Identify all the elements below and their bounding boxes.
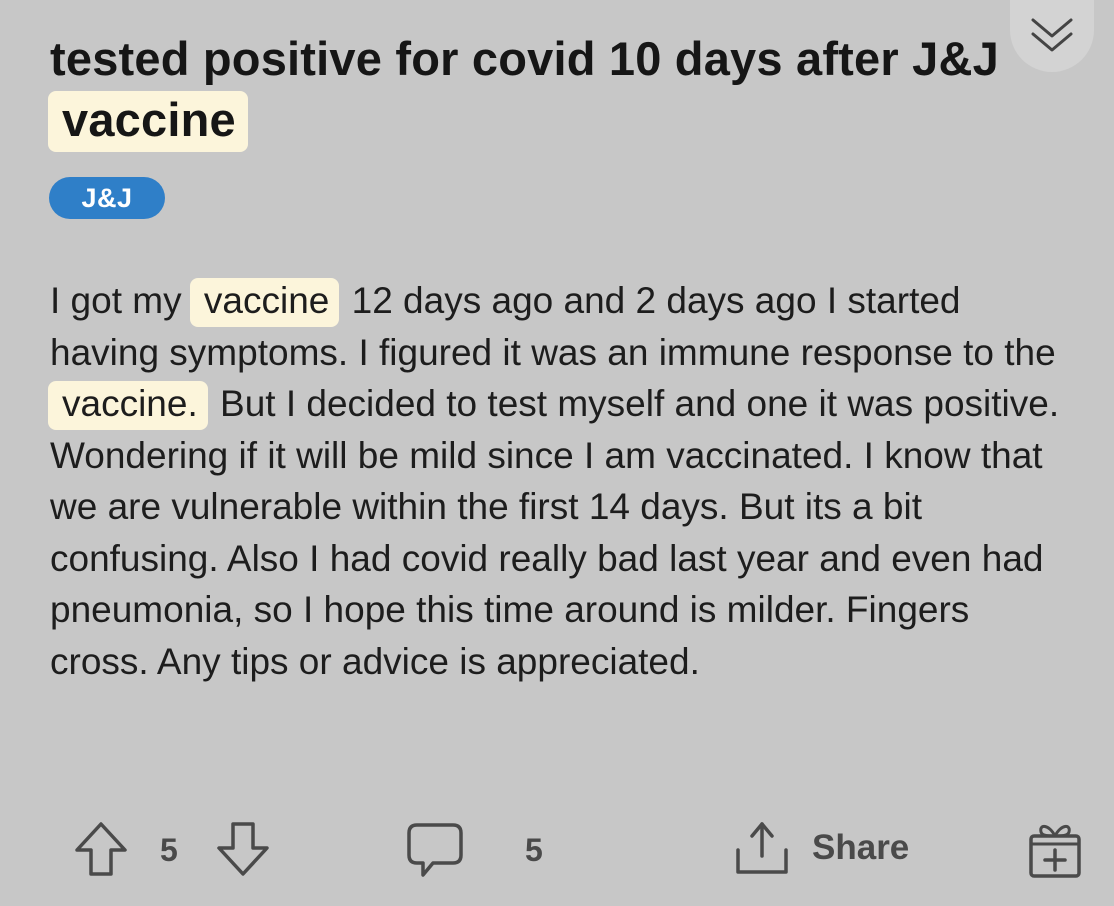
award-button[interactable] [1026,818,1084,880]
arrow-down-icon [215,820,271,878]
post-body[interactable]: I got my vaccine 12 days ago and 2 days … [48,275,1060,687]
share-label[interactable]: Share [812,828,909,868]
upvote-button[interactable] [72,820,130,878]
speech-bubble-icon [405,819,465,879]
search-highlight: vaccine [48,91,248,152]
post-card: tested positive for covid 10 days after … [0,0,1114,906]
post-body-text: I got my [50,280,192,321]
search-highlight: vaccine. [48,381,208,430]
post-flair[interactable]: J&J [49,177,165,219]
post-title[interactable]: tested positive for covid 10 days after … [48,28,1030,152]
arrow-up-icon [73,820,129,878]
search-highlight: vaccine [189,278,340,327]
gift-icon [1027,818,1083,880]
comment-count: 5 [525,832,543,868]
share-upload-icon [732,818,792,878]
comment-button[interactable] [404,818,466,880]
downvote-button[interactable] [214,820,272,878]
double-chevron-down-icon [1029,16,1075,56]
post-title-text: tested positive for covid 10 days after … [50,32,999,85]
share-button[interactable] [730,816,794,880]
vote-count: 5 [160,832,178,868]
post-action-bar: 5 5 Share [0,810,1114,890]
